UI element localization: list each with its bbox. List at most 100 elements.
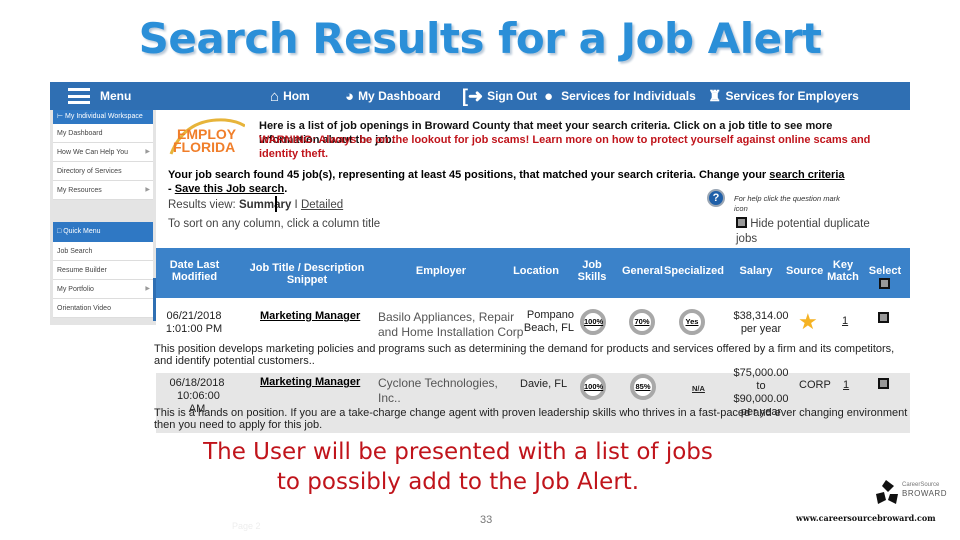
nav-employers-label: Services for Employers — [725, 89, 859, 103]
sidebar-item[interactable]: Job Search — [53, 242, 153, 261]
page-number: 33 — [480, 514, 493, 526]
results-found-text: Your job search found 45 job(s), represe… — [168, 169, 770, 181]
view-detailed-link[interactable]: Detailed — [301, 199, 343, 211]
row-date: 06/21/2018 1:01:00 PM — [164, 310, 224, 336]
nav-services-employers[interactable]: ♜ Services for Employers — [708, 82, 859, 110]
top-navigation: Menu ⌂ Hom ◕ My Dashboard [➜ Sign Out ● … — [50, 82, 910, 110]
col-salary[interactable]: Salary — [736, 265, 776, 277]
chevron-right-icon: ▶ — [145, 286, 150, 292]
sidebar-item[interactable]: How We Can Help You ▶ — [53, 143, 153, 162]
nav-individuals-label: Services for Individuals — [561, 89, 696, 103]
results-summary: Your job search found 45 job(s), represe… — [168, 168, 848, 196]
general-match[interactable]: 85% — [630, 374, 656, 400]
menu-button[interactable]: Menu — [68, 82, 131, 110]
home-icon: ⌂ — [270, 87, 280, 105]
separator: - — [168, 183, 175, 195]
sidebar-item-label: My Portfolio — [57, 286, 94, 293]
sidebar-quick-group: □ Quick Menu Job Search Resume Builder My … — [53, 222, 153, 318]
hide-duplicates-label: Hide potential duplicate jobs — [736, 218, 870, 245]
app-screenshot: Menu ⌂ Hom ◕ My Dashboard [➜ Sign Out ● … — [50, 82, 910, 442]
col-specialized[interactable]: Specialized — [660, 265, 728, 277]
results-table-header: Date Last Modified Job Title / Descripti… — [156, 248, 910, 298]
nav-dashboard[interactable]: ◕ My Dashboard — [345, 82, 441, 110]
sidebar-item[interactable]: My Portfolio ▶ — [53, 280, 153, 299]
view-summary[interactable]: Summary — [239, 199, 291, 211]
search-criteria-link[interactable]: search criteria — [769, 169, 844, 181]
select-row-checkbox[interactable] — [878, 312, 889, 323]
hide-duplicates-option[interactable]: Hide potential duplicate jobs — [736, 217, 886, 247]
individuals-icon: ● — [544, 87, 554, 105]
sidebar-item-label: How We Can Help You — [57, 149, 129, 156]
help-text: For help click the question mark icon — [734, 194, 840, 213]
slide-title: Search Results for a Job Alert — [138, 14, 822, 63]
nav-dashboard-label: My Dashboard — [358, 89, 441, 103]
sidebar-quick-header[interactable]: □ Quick Menu — [53, 222, 153, 242]
col-general[interactable]: General — [622, 265, 663, 277]
text-cursor — [275, 196, 277, 212]
select-all-checkbox[interactable] — [879, 278, 890, 289]
specialized-match[interactable]: Yes — [679, 309, 705, 335]
select-row-checkbox[interactable] — [878, 378, 889, 389]
row-location: Davie, FL — [520, 378, 568, 390]
careersource-logo: CareerSource BROWARD — [872, 478, 946, 508]
sign-out-icon: [➜ — [462, 86, 484, 106]
nav-sign-out-label: Sign Out — [487, 89, 538, 103]
source-star-icon: ★ — [798, 309, 818, 334]
general-match[interactable]: 70% — [629, 309, 655, 335]
table-row: 06/18/2018 10:06:00 AM Marketing Manager… — [154, 367, 910, 433]
period: . — [284, 183, 288, 195]
sidebar-item[interactable]: Resume Builder — [53, 261, 153, 280]
chevron-right-icon: ▶ — [145, 187, 150, 193]
row-date-value: 06/18/2018 — [169, 377, 225, 389]
sidebar-item-label: My Dashboard — [57, 130, 103, 137]
col-key-match[interactable]: Key Match — [824, 259, 862, 283]
logo-small-text: CareerSource — [902, 482, 940, 488]
col-date[interactable]: Date Last Modified — [162, 259, 227, 283]
row-source: CORP — [799, 379, 831, 391]
key-match-link[interactable]: 1 — [842, 315, 848, 328]
scam-warning[interactable]: WARNING: Always be on the lookout for jo… — [259, 133, 879, 161]
dashboard-gauge-icon: ◕ — [345, 87, 355, 105]
col-employer[interactable]: Employer — [406, 265, 476, 277]
save-job-search-link[interactable]: Save this Job search — [175, 183, 284, 195]
employ-florida-logo: EMPLOY FLORIDA — [165, 114, 246, 158]
help-question-icon[interactable]: ? — [707, 189, 725, 207]
row-time-value: 1:01:00 PM — [165, 323, 223, 335]
job-skills-match[interactable]: 100% — [580, 374, 606, 400]
hamburger-icon — [68, 88, 90, 104]
job-snippet: This is a hands on position. If you are … — [154, 407, 908, 431]
sidebar-item-label: Directory of Services — [57, 168, 122, 175]
col-location[interactable]: Location — [506, 265, 566, 277]
sidebar-workspace-header[interactable]: ⊢ My Individual Workspace — [53, 110, 153, 124]
sidebar-item[interactable]: My Resources ▶ — [53, 181, 153, 200]
job-snippet: This position develops marketing policie… — [154, 343, 895, 367]
job-skills-match[interactable]: 100% — [580, 309, 606, 335]
sidebar-item-label: Orientation Video — [57, 305, 111, 312]
logo-line2: FLORIDA — [173, 139, 235, 155]
col-source[interactable]: Source — [786, 265, 823, 277]
specialized-match[interactable]: N/A — [692, 382, 705, 395]
col-select: Select — [868, 265, 902, 277]
employers-icon: ♜ — [708, 87, 722, 105]
sort-hint: To sort on any column, click a column ti… — [168, 218, 381, 230]
row-location: Pompano Beach, FL — [523, 309, 574, 334]
col-title[interactable]: Job Title / Description Snippet — [242, 262, 372, 286]
col-job-skills[interactable]: Job Skills — [576, 259, 608, 283]
key-match-link[interactable]: 1 — [843, 379, 849, 392]
nav-services-individuals[interactable]: ● Services for Individuals — [544, 82, 696, 110]
job-title-link[interactable]: Marketing Manager — [260, 376, 360, 389]
sidebar-item[interactable]: Directory of Services — [53, 162, 153, 181]
sidebar-item-label: My Resources — [57, 187, 102, 194]
sidebar-item[interactable]: My Dashboard — [53, 124, 153, 143]
nav-home[interactable]: ⌂ Hom — [270, 82, 310, 110]
job-title-link[interactable]: Marketing Manager — [260, 310, 360, 323]
caption-line-2: to possibly add to the Job Alert. — [276, 469, 640, 495]
sidebar: ⊢ My Individual Workspace My Dashboard Ho… — [50, 110, 156, 325]
collapse-icon: ⊢ — [57, 113, 66, 120]
caption-line-1: The User will be presented with a list o… — [203, 439, 713, 465]
sidebar-item[interactable]: Orientation Video — [53, 299, 153, 318]
sidebar-quick-title: Quick Menu — [63, 228, 101, 235]
nav-sign-out[interactable]: [➜ Sign Out — [462, 82, 537, 110]
row-employer: Basilo Appliances, Repair and Home Insta… — [378, 310, 524, 339]
hide-duplicates-checkbox[interactable] — [736, 217, 747, 228]
